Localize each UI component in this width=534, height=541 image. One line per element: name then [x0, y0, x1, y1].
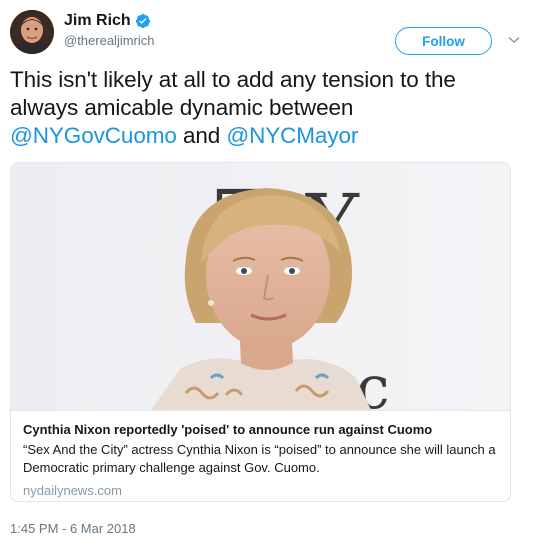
handle[interactable]: @therealjimrich	[64, 33, 155, 48]
verified-badge-icon	[135, 13, 151, 29]
mention-nycmayor[interactable]: @NYCMayor	[226, 123, 358, 148]
display-name[interactable]: Jim Rich	[64, 12, 131, 30]
link-card[interactable]: T Y c	[10, 162, 511, 502]
follow-button[interactable]: Follow	[395, 27, 492, 55]
chevron-down-icon[interactable]	[506, 32, 522, 48]
card-description: “Sex And the City” actress Cynthia Nixon…	[23, 442, 496, 475]
card-body: Cynthia Nixon reportedly 'poised' to ann…	[11, 410, 510, 501]
avatar[interactable]	[10, 10, 54, 54]
tweet-header: Jim Rich @therealjimrich Follow	[10, 10, 524, 56]
card-image[interactable]: T Y c	[11, 163, 510, 410]
tweet-timestamp[interactable]: 1:45 PM - 6 Mar 2018	[10, 521, 136, 536]
card-domain: nydailynews.com	[23, 483, 122, 498]
tweet: Jim Rich @therealjimrich Follow This isn…	[0, 0, 534, 541]
author-names: Jim Rich @therealjimrich	[64, 12, 155, 48]
card-title[interactable]: Cynthia Nixon reportedly 'poised' to ann…	[23, 421, 498, 439]
mention-nygovcuomo[interactable]: @NYGovCuomo	[10, 123, 177, 148]
tweet-text: This isn't likely at all to add any tens…	[10, 66, 520, 150]
tweet-text-join: and	[176, 123, 227, 148]
tweet-text-intro: This isn't likely at all to add any tens…	[10, 67, 456, 120]
